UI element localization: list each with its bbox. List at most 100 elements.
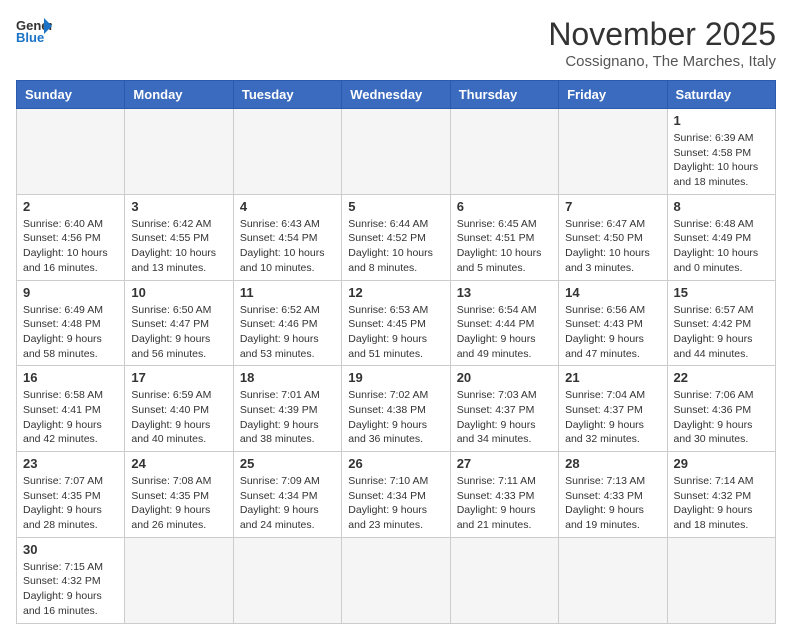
calendar-cell: 14 Sunrise: 6:56 AMSunset: 4:43 PMDayligh… xyxy=(559,280,667,366)
day-number: 21 xyxy=(565,370,660,385)
weekday-header: Thursday xyxy=(450,81,558,109)
title-block: November 2025 Cossignano, The Marches, I… xyxy=(548,16,776,70)
calendar-cell: 25 Sunrise: 7:09 AMSunset: 4:34 PMDayligh… xyxy=(233,452,341,538)
day-info: Sunrise: 6:42 AMSunset: 4:55 PMDaylight:… xyxy=(131,217,226,276)
day-info: Sunrise: 7:02 AMSunset: 4:38 PMDaylight:… xyxy=(348,388,443,447)
calendar-cell xyxy=(450,537,558,623)
day-number: 17 xyxy=(131,370,226,385)
day-info: Sunrise: 6:53 AMSunset: 4:45 PMDaylight:… xyxy=(348,303,443,362)
day-number: 24 xyxy=(131,456,226,471)
day-number: 8 xyxy=(674,199,769,214)
calendar-title: November 2025 xyxy=(548,16,776,53)
calendar-cell: 17 Sunrise: 6:59 AMSunset: 4:40 PMDayligh… xyxy=(125,366,233,452)
day-number: 5 xyxy=(348,199,443,214)
calendar-table: SundayMondayTuesdayWednesdayThursdayFrid… xyxy=(16,80,776,624)
day-number: 20 xyxy=(457,370,552,385)
day-number: 19 xyxy=(348,370,443,385)
weekday-header: Friday xyxy=(559,81,667,109)
calendar-cell: 21Sunrise: 7:04 AMSunset: 4:37 PMDayligh… xyxy=(559,366,667,452)
day-info: Sunrise: 6:49 AMSunset: 4:48 PMDaylight:… xyxy=(23,303,118,362)
day-info: Sunrise: 6:39 AMSunset: 4:58 PMDaylight:… xyxy=(674,131,769,190)
calendar-cell xyxy=(667,537,775,623)
day-number: 6 xyxy=(457,199,552,214)
day-number: 23 xyxy=(23,456,118,471)
day-info: Sunrise: 7:11 AMSunset: 4:33 PMDaylight:… xyxy=(457,474,552,533)
day-info: Sunrise: 7:09 AMSunset: 4:34 PMDaylight:… xyxy=(240,474,335,533)
day-info: Sunrise: 7:10 AMSunset: 4:34 PMDaylight:… xyxy=(348,474,443,533)
day-info: Sunrise: 7:06 AMSunset: 4:36 PMDaylight:… xyxy=(674,388,769,447)
calendar-cell: 2 Sunrise: 6:40 AMSunset: 4:56 PMDaylight… xyxy=(17,194,125,280)
day-info: Sunrise: 6:59 AMSunset: 4:40 PMDaylight:… xyxy=(131,388,226,447)
weekday-header: Tuesday xyxy=(233,81,341,109)
day-number: 28 xyxy=(565,456,660,471)
calendar-cell: 22 Sunrise: 7:06 AMSunset: 4:36 PMDayligh… xyxy=(667,366,775,452)
day-info: Sunrise: 7:03 AMSunset: 4:37 PMDaylight:… xyxy=(457,388,552,447)
day-info: Sunrise: 7:15 AMSunset: 4:32 PMDaylight:… xyxy=(23,560,118,619)
calendar-cell: 20 Sunrise: 7:03 AMSunset: 4:37 PMDayligh… xyxy=(450,366,558,452)
logo-icon: General Blue xyxy=(16,16,52,44)
day-info: Sunrise: 7:14 AMSunset: 4:32 PMDaylight:… xyxy=(674,474,769,533)
calendar-cell xyxy=(233,537,341,623)
weekday-header: Sunday xyxy=(17,81,125,109)
calendar-cell xyxy=(125,109,233,195)
calendar-cell: 8 Sunrise: 6:48 AMSunset: 4:49 PMDaylight… xyxy=(667,194,775,280)
day-number: 30 xyxy=(23,542,118,557)
day-info: Sunrise: 6:48 AMSunset: 4:49 PMDaylight:… xyxy=(674,217,769,276)
calendar-cell xyxy=(450,109,558,195)
calendar-week-row: 30 Sunrise: 7:15 AMSunset: 4:32 PMDayligh… xyxy=(17,537,776,623)
calendar-cell xyxy=(125,537,233,623)
day-number: 2 xyxy=(23,199,118,214)
calendar-cell: 23 Sunrise: 7:07 AMSunset: 4:35 PMDayligh… xyxy=(17,452,125,538)
day-number: 13 xyxy=(457,285,552,300)
day-info: Sunrise: 6:47 AMSunset: 4:50 PMDaylight:… xyxy=(565,217,660,276)
calendar-cell xyxy=(17,109,125,195)
day-info: Sunrise: 6:56 AMSunset: 4:43 PMDaylight:… xyxy=(565,303,660,362)
day-info: Sunrise: 6:54 AMSunset: 4:44 PMDaylight:… xyxy=(457,303,552,362)
weekday-header: Saturday xyxy=(667,81,775,109)
day-number: 25 xyxy=(240,456,335,471)
weekday-header: Wednesday xyxy=(342,81,450,109)
day-number: 26 xyxy=(348,456,443,471)
calendar-cell: 19 Sunrise: 7:02 AMSunset: 4:38 PMDayligh… xyxy=(342,366,450,452)
calendar-cell: 4 Sunrise: 6:43 AMSunset: 4:54 PMDaylight… xyxy=(233,194,341,280)
day-info: Sunrise: 6:50 AMSunset: 4:47 PMDaylight:… xyxy=(131,303,226,362)
day-info: Sunrise: 7:01 AMSunset: 4:39 PMDaylight:… xyxy=(240,388,335,447)
calendar-week-row: 1Sunrise: 6:39 AMSunset: 4:58 PMDaylight… xyxy=(17,109,776,195)
calendar-cell: 29 Sunrise: 7:14 AMSunset: 4:32 PMDayligh… xyxy=(667,452,775,538)
day-info: Sunrise: 6:40 AMSunset: 4:56 PMDaylight:… xyxy=(23,217,118,276)
day-info: Sunrise: 6:58 AMSunset: 4:41 PMDaylight:… xyxy=(23,388,118,447)
day-info: Sunrise: 6:45 AMSunset: 4:51 PMDaylight:… xyxy=(457,217,552,276)
day-number: 12 xyxy=(348,285,443,300)
calendar-cell: 7 Sunrise: 6:47 AMSunset: 4:50 PMDaylight… xyxy=(559,194,667,280)
calendar-cell: 12 Sunrise: 6:53 AMSunset: 4:45 PMDayligh… xyxy=(342,280,450,366)
day-info: Sunrise: 7:13 AMSunset: 4:33 PMDaylight:… xyxy=(565,474,660,533)
calendar-cell xyxy=(559,537,667,623)
day-number: 27 xyxy=(457,456,552,471)
calendar-week-row: 2 Sunrise: 6:40 AMSunset: 4:56 PMDaylight… xyxy=(17,194,776,280)
day-number: 9 xyxy=(23,285,118,300)
day-number: 7 xyxy=(565,199,660,214)
calendar-cell: 10 Sunrise: 6:50 AMSunset: 4:47 PMDayligh… xyxy=(125,280,233,366)
calendar-cell xyxy=(342,537,450,623)
day-number: 4 xyxy=(240,199,335,214)
day-number: 29 xyxy=(674,456,769,471)
calendar-cell: 9 Sunrise: 6:49 AMSunset: 4:48 PMDaylight… xyxy=(17,280,125,366)
day-info: Sunrise: 6:43 AMSunset: 4:54 PMDaylight:… xyxy=(240,217,335,276)
day-number: 3 xyxy=(131,199,226,214)
calendar-cell xyxy=(342,109,450,195)
day-info: Sunrise: 7:07 AMSunset: 4:35 PMDaylight:… xyxy=(23,474,118,533)
svg-text:Blue: Blue xyxy=(16,30,44,44)
calendar-subtitle: Cossignano, The Marches, Italy xyxy=(548,53,776,70)
calendar-cell: 30 Sunrise: 7:15 AMSunset: 4:32 PMDayligh… xyxy=(17,537,125,623)
day-number: 11 xyxy=(240,285,335,300)
day-number: 14 xyxy=(565,285,660,300)
calendar-cell: 26 Sunrise: 7:10 AMSunset: 4:34 PMDayligh… xyxy=(342,452,450,538)
weekday-header-row: SundayMondayTuesdayWednesdayThursdayFrid… xyxy=(17,81,776,109)
day-number: 10 xyxy=(131,285,226,300)
calendar-cell: 16Sunrise: 6:58 AMSunset: 4:41 PMDayligh… xyxy=(17,366,125,452)
day-info: Sunrise: 6:52 AMSunset: 4:46 PMDaylight:… xyxy=(240,303,335,362)
calendar-cell: 15Sunrise: 6:57 AMSunset: 4:42 PMDayligh… xyxy=(667,280,775,366)
day-number: 22 xyxy=(674,370,769,385)
calendar-cell: 5Sunrise: 6:44 AMSunset: 4:52 PMDaylight… xyxy=(342,194,450,280)
calendar-cell: 6 Sunrise: 6:45 AMSunset: 4:51 PMDaylight… xyxy=(450,194,558,280)
